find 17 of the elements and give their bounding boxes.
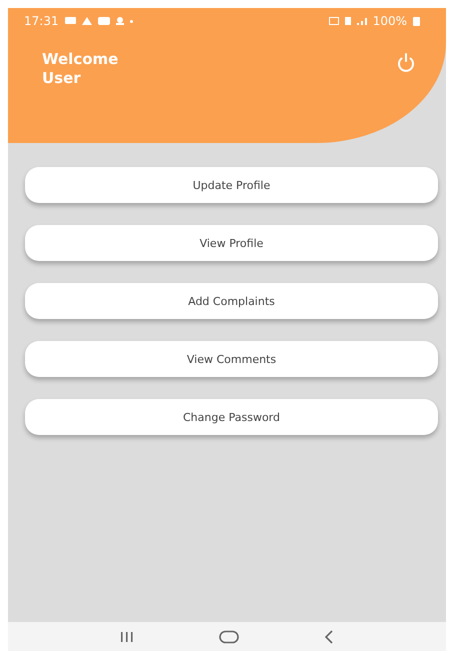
triangle-icon <box>82 17 92 25</box>
welcome-text: Welcome <box>42 50 118 69</box>
dot-icon <box>130 20 133 22</box>
person-icon <box>116 17 124 25</box>
battery-icon <box>413 16 420 26</box>
recent-apps-icon[interactable] <box>120 630 134 642</box>
status-time: 17:31 <box>24 14 59 28</box>
menu-button[interactable]: Update Profile <box>25 167 438 203</box>
back-icon[interactable] <box>324 630 334 644</box>
user-name: User <box>42 69 82 88</box>
menu-button[interactable]: View Profile <box>25 225 438 261</box>
battery-percent: 100% <box>372 14 407 28</box>
menu-button[interactable]: Add Complaints <box>25 283 438 319</box>
menu-button[interactable]: Change Password <box>25 399 438 435</box>
signal-icon <box>356 18 367 24</box>
home-icon[interactable] <box>218 630 239 644</box>
menu-button[interactable]: View Comments <box>25 341 438 377</box>
